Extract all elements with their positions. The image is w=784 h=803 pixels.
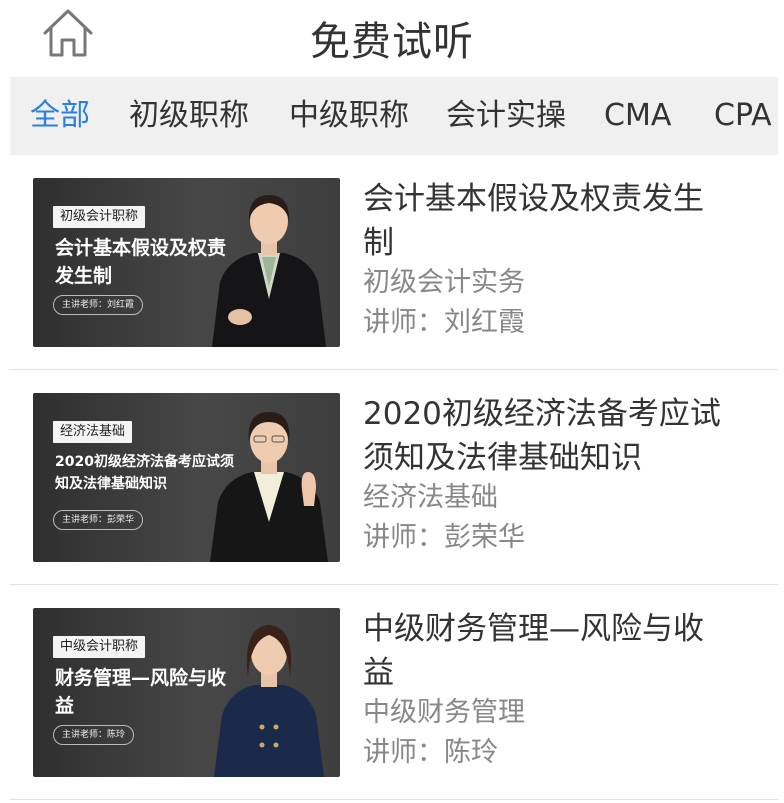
course-title[interactable]: 中级财务管理—风险与收益 (363, 607, 723, 695)
lecturer-photo (212, 195, 326, 347)
course-item[interactable]: 初级会计职称 会计基本假设及权责发生制 主讲老师：刘红霞 会计基本假设及权责发生… (10, 155, 778, 370)
thumbnail-lecturer: 主讲老师：陈玲 (53, 725, 135, 745)
header-bar: 免费试听 (0, 0, 784, 76)
course-list: 初级会计职称 会计基本假设及权责发生制 主讲老师：刘红霞 会计基本假设及权责发生… (10, 155, 778, 800)
course-category: 中级财务管理 (363, 697, 525, 728)
teacher-name: 刘红霞 (444, 307, 525, 338)
course-item[interactable]: 经济法基础 2020初级经济法备考应试须知及法律基础知识 主讲老师：彭荣华 20… (10, 370, 778, 585)
course-category: 初级会计实务 (363, 267, 525, 298)
thumbnail-badge: 中级会计职称 (53, 636, 146, 658)
course-thumbnail[interactable]: 经济法基础 2020初级经济法备考应试须知及法律基础知识 主讲老师：彭荣华 (33, 393, 340, 562)
thumbnail-badge: 经济法基础 (53, 421, 133, 443)
course-item[interactable]: 中级会计职称 财务管理—风险与收益 主讲老师：陈玲 中级财务管理—风险与收益 中… (10, 585, 778, 800)
teacher-name: 彭荣华 (444, 522, 525, 553)
thumbnail-badge: 初级会计职称 (53, 206, 146, 228)
teacher-label: 讲师： (363, 522, 444, 553)
course-teacher: 讲师：刘红霞 (363, 305, 525, 341)
course-title[interactable]: 会计基本假设及权责发生制 (363, 177, 723, 265)
thumbnail-lecturer: 主讲老师：彭荣华 (53, 510, 144, 530)
lecturer-photo (210, 412, 328, 562)
tab-intermediate-title[interactable]: 中级职称 (289, 77, 409, 155)
teacher-label: 讲师： (363, 307, 444, 338)
home-icon (43, 9, 93, 57)
course-category: 经济法基础 (363, 482, 498, 513)
course-title[interactable]: 2020初级经济法备考应试须知及法律基础知识 (363, 392, 723, 480)
lecturer-photo (214, 625, 324, 777)
home-button[interactable] (40, 6, 96, 60)
tab-cma[interactable]: CMA (604, 77, 671, 155)
tab-accounting-practice[interactable]: 会计实操 (446, 77, 566, 155)
tab-all[interactable]: 全部 (30, 77, 90, 155)
course-teacher: 讲师：陈玲 (363, 735, 498, 771)
course-thumbnail[interactable]: 中级会计职称 财务管理—风险与收益 主讲老师：陈玲 (33, 608, 340, 777)
thumbnail-lecturer: 主讲老师：刘红霞 (53, 295, 144, 315)
teacher-label: 讲师： (363, 737, 444, 768)
tab-junior-title[interactable]: 初级职称 (129, 77, 249, 155)
tab-cpa[interactable]: CPA (714, 77, 772, 155)
course-teacher: 讲师：彭荣华 (363, 520, 525, 556)
course-thumbnail[interactable]: 初级会计职称 会计基本假设及权责发生制 主讲老师：刘红霞 (33, 178, 340, 347)
page-title: 免费试听 (310, 19, 474, 65)
teacher-name: 陈玲 (444, 737, 498, 768)
category-tab-bar: 全部 初级职称 中级职称 会计实操 CMA CPA (10, 77, 778, 155)
